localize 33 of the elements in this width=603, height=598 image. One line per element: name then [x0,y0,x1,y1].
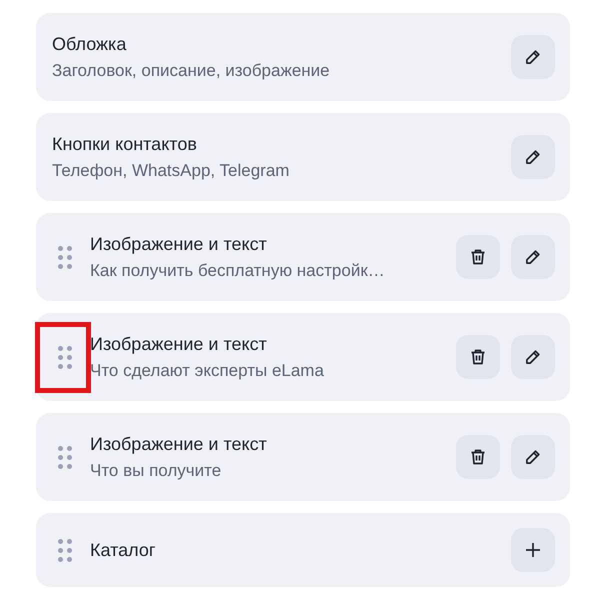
drag-handle-icon[interactable] [58,538,72,562]
drag-handle-icon[interactable] [58,246,72,268]
edit-button[interactable] [511,135,555,179]
block-title: Кнопки контактов [52,134,198,154]
block-subtitle: Что вы получите [90,460,222,480]
add-button[interactable] [511,528,555,572]
edit-button[interactable] [511,335,555,379]
drag-handle-icon[interactable] [58,346,72,368]
drag-handle-icon[interactable] [58,446,72,468]
pencil-icon [524,148,542,166]
delete-button[interactable] [456,335,500,379]
block-subtitle: Что сделают эксперты eLama [90,360,325,380]
trash-icon [469,348,487,366]
trash-icon [469,448,487,466]
trash-icon [469,248,487,266]
block-subtitle: Как получить бесплатную настройк… [90,260,386,280]
plus-icon [525,542,541,558]
edit-button[interactable] [511,435,555,479]
block-title: Изображение и текст [90,334,268,354]
pencil-icon [524,248,542,266]
edit-button[interactable] [511,235,555,279]
block-title: Изображение и текст [90,434,268,454]
delete-button[interactable] [456,435,500,479]
edit-button[interactable] [511,35,555,79]
delete-button[interactable] [456,235,500,279]
block-title: Обложка [52,34,128,54]
block-subtitle: Заголовок, описание, изображение [52,60,331,80]
block-title: Каталог [90,540,156,560]
pencil-icon [524,448,542,466]
block-subtitle: Телефон, WhatsApp, Telegram [52,160,290,180]
pencil-icon [524,48,542,66]
pencil-icon [524,348,542,366]
block-title: Изображение и текст [90,234,268,254]
